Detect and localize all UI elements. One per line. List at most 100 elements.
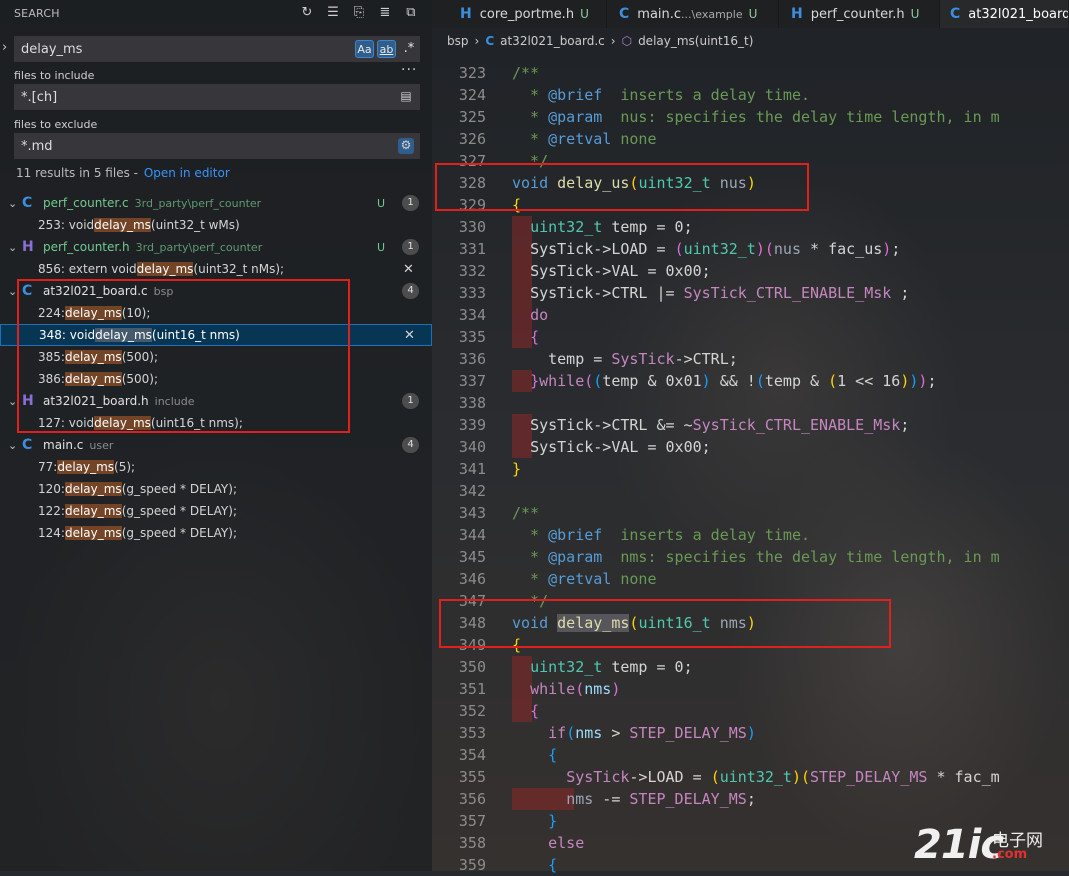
files-to-include-input[interactable]: *.[ch] ▤ <box>14 84 420 110</box>
results-summary: 11 results in 5 files - Open in editor <box>16 166 230 180</box>
collapse-all-icon[interactable]: ⧉ <box>404 6 418 20</box>
result-match[interactable]: 122: delay_ms (g_speed * DELAY); <box>0 500 432 522</box>
untracked-badge: U <box>377 240 386 254</box>
exclude-label: files to exclude <box>14 118 98 131</box>
breadcrumb-file[interactable]: at32l021_board.c <box>500 34 605 48</box>
result-file-perf-counter-h[interactable]: ⌄ H perf_counter.h 3rd_party\perf_counte… <box>0 236 432 258</box>
result-match[interactable]: 253: void delay_ms (uint32_t wMs) <box>0 214 432 236</box>
line-number: 336 <box>458 350 486 368</box>
line-number: 339 <box>458 416 486 434</box>
new-search-editor-icon[interactable]: ⎘ <box>352 6 366 20</box>
annotation-highlight-box <box>17 279 350 433</box>
line-number: 334 <box>458 306 486 324</box>
match-count-badge: 4 <box>402 283 419 299</box>
line-number: 333 <box>458 284 486 302</box>
tab-perf-counter-h[interactable]: H perf_counter.h U <box>779 0 940 28</box>
tab-core-portme-h[interactable]: H core_portme.h U <box>448 0 607 28</box>
breadcrumb: bsp › C at32l021_board.c › ⬡ delay_ms(ui… <box>447 34 753 48</box>
files-to-exclude-input[interactable]: *.md ⚙ <box>14 133 420 159</box>
file-path: 3rd_party\perf_counter <box>135 240 263 254</box>
annotation-highlight-box <box>439 599 891 648</box>
c-file-icon: C <box>22 437 33 453</box>
file-path: user <box>89 438 114 452</box>
h-file-icon: H <box>791 6 803 22</box>
line-number: 326 <box>458 130 486 148</box>
use-exclude-settings-icon[interactable]: ⚙ <box>398 138 414 154</box>
match-whole-word-toggle[interactable]: ab <box>377 40 396 58</box>
more-options-icon[interactable]: ··· <box>401 62 417 78</box>
c-file-icon: C <box>485 34 495 48</box>
line-number: 343 <box>458 504 486 522</box>
c-file-icon: C <box>619 6 630 22</box>
breadcrumb-folder[interactable]: bsp <box>447 34 469 48</box>
line-number: 330 <box>458 218 486 236</box>
function-symbol-icon: ⬡ <box>621 34 633 48</box>
line-number: 346 <box>458 570 486 588</box>
line-number: 342 <box>458 482 486 500</box>
line-number: 354 <box>458 746 486 764</box>
line-number: 325 <box>458 108 486 126</box>
line-number: 344 <box>458 526 486 544</box>
dismiss-result-icon[interactable]: ✕ <box>404 328 415 343</box>
line-number: 356 <box>458 790 486 808</box>
line-number: 340 <box>458 438 486 456</box>
chevron-down-icon[interactable]: ⌄ <box>8 241 22 254</box>
code-editor: H core_portme.h U C main.c ...\example U… <box>432 0 1069 874</box>
sidebar-title: SEARCH <box>14 6 60 20</box>
result-file-main-c[interactable]: ⌄ C main.c user 4 <box>0 434 432 456</box>
line-number: 359 <box>458 856 486 874</box>
line-number: 341 <box>458 460 486 478</box>
untracked-badge: U <box>377 196 386 210</box>
result-match[interactable]: 120: delay_ms (g_speed * DELAY); <box>0 478 432 500</box>
file-name: perf_counter.c <box>43 196 129 210</box>
h-file-icon: H <box>22 239 34 255</box>
dismiss-result-icon[interactable]: ✕ <box>403 262 414 277</box>
annotation-highlight-box <box>435 163 809 211</box>
line-number: 357 <box>458 812 486 830</box>
line-number: 331 <box>458 240 486 258</box>
result-file-perf-counter-c[interactable]: ⌄ C perf_counter.c 3rd_party\perf_counte… <box>0 192 432 214</box>
tab-main-c[interactable]: C main.c ...\example U <box>607 0 779 28</box>
line-number: 337 <box>458 372 486 390</box>
h-file-icon: H <box>460 6 472 22</box>
line-number: 345 <box>458 548 486 566</box>
line-number: 335 <box>458 328 486 346</box>
result-match[interactable]: 856: extern void delay_ms (uint32_t nMs);… <box>0 258 432 280</box>
chevron-down-icon[interactable]: ⌄ <box>8 439 22 452</box>
result-match[interactable]: 124: delay_ms (g_speed * DELAY); <box>0 522 432 544</box>
c-file-icon: C <box>22 195 33 211</box>
c-file-icon: C <box>950 6 961 22</box>
view-as-tree-icon[interactable]: ≣ <box>378 6 392 20</box>
open-in-editor-link[interactable]: Open in editor <box>144 166 230 180</box>
watermark-logo: 21ic 电子网 .com <box>914 822 1043 868</box>
line-number: 332 <box>458 262 486 280</box>
breadcrumb-symbol[interactable]: delay_ms(uint16_t) <box>638 34 753 48</box>
match-case-toggle[interactable]: Aa <box>355 40 374 58</box>
line-number: 355 <box>458 768 486 786</box>
include-label: files to include <box>14 69 95 82</box>
search-row: › delay_ms Aa ab .* <box>0 36 432 62</box>
search-sidebar: SEARCH ↻ ☰ ⎘ ≣ ⧉ › delay_ms Aa ab .* fil… <box>0 0 432 871</box>
clear-results-icon[interactable]: ☰ <box>326 6 340 20</box>
line-number: 324 <box>458 86 486 104</box>
chevron-down-icon[interactable]: ⌄ <box>8 197 22 210</box>
editor-tab-bar: H core_portme.h U C main.c ...\example U… <box>432 0 1069 28</box>
file-path: 3rd_party\perf_counter <box>134 196 262 210</box>
use-regex-toggle[interactable]: .* <box>400 40 418 58</box>
file-name: main.c <box>43 438 84 452</box>
search-toolbar: ↻ ☰ ⎘ ≣ ⧉ <box>300 6 418 20</box>
open-editors-only-icon[interactable]: ▤ <box>398 89 414 105</box>
refresh-icon[interactable]: ↻ <box>300 6 314 20</box>
line-number: 353 <box>458 724 486 742</box>
line-number: 350 <box>458 658 486 676</box>
search-header: SEARCH ↻ ☰ ⎘ ≣ ⧉ <box>0 0 432 26</box>
file-name: perf_counter.h <box>43 240 130 254</box>
toggle-replace-chevron-icon[interactable]: › <box>2 40 7 55</box>
match-count-badge: 1 <box>402 195 419 211</box>
tab-at32l021-board-c[interactable]: C at32l021_board.c <box>940 0 1069 28</box>
match-count-badge: 4 <box>402 437 419 453</box>
line-number: 358 <box>458 834 486 852</box>
line-number: 323 <box>458 64 486 82</box>
result-match[interactable]: 77: delay_ms (5); <box>0 456 432 478</box>
match-count-badge: 1 <box>402 393 419 409</box>
